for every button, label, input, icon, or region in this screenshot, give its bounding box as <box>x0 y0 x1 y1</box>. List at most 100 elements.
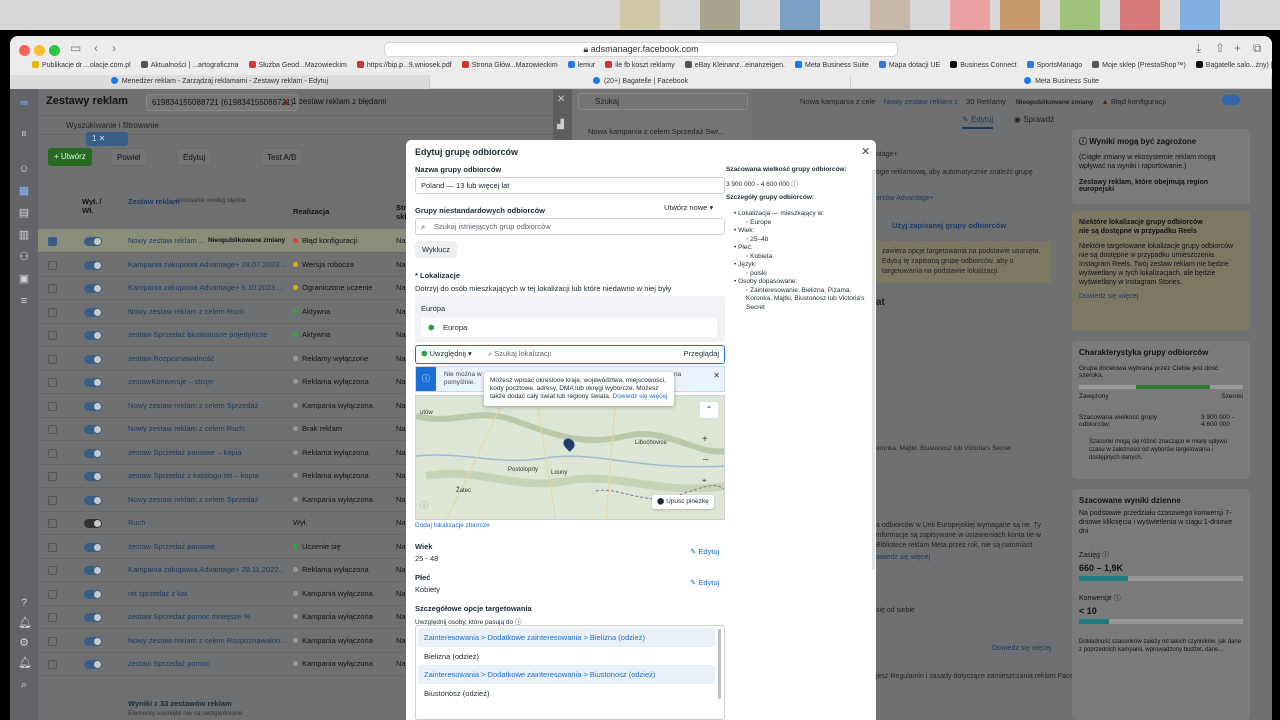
download-icon[interactable]: ⤓ <box>1196 41 1201 56</box>
back-icon[interactable]: ‹ <box>94 41 98 55</box>
account-avatar[interactable]: B <box>18 129 30 141</box>
gender-edit-link[interactable]: ✎ Edytuj <box>690 578 719 587</box>
locate-icon[interactable]: ⌖ <box>702 476 707 486</box>
row-toggle[interactable] <box>84 448 102 458</box>
row-toggle[interactable] <box>84 307 102 317</box>
row-toggle[interactable] <box>84 613 102 622</box>
share-icon[interactable]: ⇧ <box>1215 41 1225 55</box>
tab-overview-icon[interactable]: ⧉ <box>1253 41 1262 56</box>
catalog-icon[interactable]: ▣ <box>18 273 30 285</box>
breadcrumb-ads[interactable]: 30 Reklamy <box>966 97 1006 106</box>
ab-test-button[interactable]: Test A/B <box>260 148 304 166</box>
row-toggle[interactable] <box>84 284 102 293</box>
error-badge[interactable]: ▲ 1 zestaw reklam z błędami <box>282 97 386 106</box>
bg-link[interactable]: owiedz się więcej <box>876 554 930 561</box>
adset-name-link[interactable]: Nowy zestaw reklam ... <box>128 229 208 253</box>
row-checkbox[interactable] <box>48 378 57 387</box>
reels-learn-more-link[interactable]: Dowiedz się więcej <box>1079 293 1243 300</box>
browse-button[interactable]: Przeglądaj <box>684 349 719 358</box>
results-risk-subtitle[interactable]: Zestawy reklam, które obejmują region eu… <box>1079 179 1243 193</box>
campaign-tree-item[interactable]: Nowa kampania z celem Sprzedaż Swr... <box>588 127 724 136</box>
close-icon[interactable]: ✕ <box>861 145 870 158</box>
close-icon[interactable]: ✕ <box>557 94 565 105</box>
row-toggle[interactable] <box>84 495 102 505</box>
bookmark-item[interactable]: Aktualności | ...artograficzna <box>140 61 239 69</box>
row-checkbox[interactable] <box>48 589 57 599</box>
notifications-icon[interactable]: 🔔︎ <box>18 617 32 629</box>
location-item[interactable]: ⬢ Europa <box>421 318 717 337</box>
settings-icon[interactable]: ⚙ <box>18 637 30 649</box>
bookmark-item[interactable]: Służba Geod...Mazowieckim <box>248 61 347 69</box>
row-checkbox[interactable] <box>48 613 57 622</box>
preview-toggle[interactable] <box>1222 95 1240 105</box>
row-toggle[interactable] <box>84 331 102 340</box>
adset-name-link[interactable]: zestaw Sprzedaż z katalogu ret – kopia <box>128 464 288 488</box>
create-button[interactable]: + Utwórz <box>48 148 92 166</box>
new-tab-icon[interactable]: + <box>1234 41 1241 55</box>
audience-icon[interactable]: ⚇ <box>18 251 30 263</box>
breadcrumb-adset[interactable]: Nowy zestaw reklam z <box>884 97 959 106</box>
audience-name-input[interactable]: Poland — 13 lub więcej lat <box>415 177 725 194</box>
row-toggle[interactable] <box>84 472 102 481</box>
location-search-input[interactable]: ⌕ Szukaj lokalizacji <box>488 349 551 359</box>
bookmark-item[interactable]: ile fb koszt reklamy <box>605 61 675 69</box>
account-selector[interactable]: 619834155088721 (619834155088721) <box>146 94 298 111</box>
zoom-out-icon[interactable]: – <box>703 454 709 465</box>
bookmark-item[interactable]: lemur <box>567 61 595 69</box>
targeting-scrollbar[interactable] <box>718 629 721 699</box>
location-map[interactable]: utów Libochovice Postoloprty Louny Žatec… <box>415 395 725 520</box>
collapse-map-icon[interactable]: ⌃ <box>700 402 718 418</box>
targeting-item[interactable]: Biustonosz (odzież) <box>418 684 715 703</box>
row-checkbox[interactable] <box>48 401 57 411</box>
chart-icon[interactable]: ▟ <box>557 119 564 130</box>
adset-name-link[interactable]: zestaw Sprzedaż biustonosze pojedyńcze <box>128 323 288 347</box>
tab-edit[interactable]: ✎ Edytuj <box>962 115 994 129</box>
adset-name-link[interactable]: zestawKonwersje – stroje <box>128 370 288 394</box>
row-checkbox[interactable] <box>48 331 57 340</box>
row-checkbox[interactable] <box>48 495 57 505</box>
tab-review[interactable]: ◉ Sprawdź <box>1014 115 1054 124</box>
table-icon[interactable]: ▦ <box>18 185 30 197</box>
adset-name-link[interactable]: Ruch <box>128 511 288 535</box>
row-toggle[interactable] <box>84 660 102 669</box>
row-toggle[interactable] <box>84 566 102 575</box>
row-checkbox[interactable] <box>48 660 57 669</box>
row-checkbox[interactable] <box>48 307 57 317</box>
bg-link[interactable]: Dowiedz się więcej <box>992 645 1051 652</box>
row-checkbox[interactable] <box>48 542 57 552</box>
adset-name-link[interactable]: Kampania zakupowa Advantage+ 6.10.2023 .… <box>128 276 288 300</box>
adset-name-link[interactable]: Kampania zakupowa Advantage+ 28.07.2023 … <box>128 253 288 277</box>
header-delivery[interactable]: Realizacja <box>293 207 329 216</box>
dialog-scrollbar[interactable] <box>872 170 875 570</box>
row-checkbox[interactable] <box>48 519 57 528</box>
adset-name-link[interactable]: Nowy zestaw reklam z celem Ruch <box>128 300 288 324</box>
tab-ads-manager[interactable]: Menedżer reklam - Zarządzaj reklamami - … <box>10 75 430 89</box>
smiley-icon[interactable]: ☺ <box>18 163 30 175</box>
close-window-button[interactable] <box>19 45 30 56</box>
row-toggle[interactable] <box>84 401 102 411</box>
search-icon[interactable]: ⌕ <box>18 679 30 691</box>
row-checkbox[interactable] <box>48 354 57 364</box>
row-checkbox[interactable] <box>48 260 57 270</box>
row-checkbox[interactable] <box>48 237 57 246</box>
bg-saved-audience-tab[interactable]: Użyj zapisanej grupy odbiorców <box>892 221 1006 230</box>
tab-business-suite[interactable]: Meta Business Suite <box>852 75 1272 89</box>
row-toggle[interactable] <box>84 519 102 528</box>
map-info-icon[interactable]: ⓘ <box>420 500 428 511</box>
bookmark-item[interactable]: Meta Business Suite <box>795 61 869 69</box>
drop-pin-button[interactable]: ⬤ Upuść pinezkę <box>652 495 714 509</box>
adset-name-link[interactable]: Kampania zakupowa Advantage+ 28.11.2022.… <box>128 558 288 582</box>
row-toggle[interactable] <box>84 542 102 552</box>
bookmark-item[interactable]: Mapa dotacji UE <box>878 61 940 69</box>
edit-button[interactable]: Edytuj <box>176 148 213 166</box>
tab-facebook[interactable]: (20+) Bagatelle | Facebook <box>431 75 851 89</box>
row-checkbox[interactable] <box>48 566 57 575</box>
row-checkbox[interactable] <box>48 472 57 481</box>
minimize-window-button[interactable] <box>34 45 45 56</box>
row-toggle[interactable] <box>84 378 102 387</box>
adset-name-link[interactable]: zestaw Sprzedaż panowie – kopia <box>128 441 288 465</box>
campaign-search-input[interactable]: Szukaj <box>578 93 748 110</box>
adset-name-link[interactable]: Nowy zestaw reklam z celem Sprzedaż <box>128 488 288 512</box>
bookmark-item[interactable]: Business Connect <box>950 61 1017 69</box>
exclude-button[interactable]: Wyklucz <box>415 241 457 258</box>
